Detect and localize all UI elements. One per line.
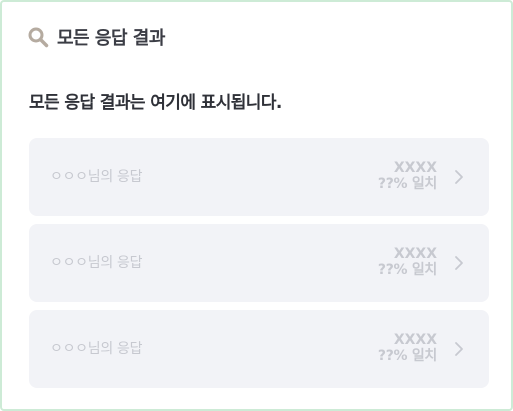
chevron-right-icon [455, 342, 463, 356]
result-match-rate: ??% 일치 [377, 262, 437, 278]
result-card[interactable]: ㅇㅇㅇ님의 응답 XXXX ??% 일치 [29, 310, 489, 388]
chevron-right-icon [455, 256, 463, 270]
result-respondent-name: ㅇㅇㅇ님의 응답 [50, 341, 143, 357]
result-respondent-name: ㅇㅇㅇ님의 응답 [50, 169, 143, 185]
result-summary: XXXX ??% 일치 [378, 160, 437, 192]
result-summary: XXXX ??% 일치 [378, 332, 437, 364]
result-type-code: XXXX [393, 160, 437, 176]
result-summary: XXXX ??% 일치 [378, 246, 437, 278]
result-card[interactable]: ㅇㅇㅇ님의 응답 XXXX ??% 일치 [29, 138, 489, 216]
result-match-rate: ??% 일치 [377, 348, 437, 364]
results-panel: 모든 응답 결과 모든 응답 결과는 여기에 표시됩니다. ㅇㅇㅇ님의 응답 X… [0, 0, 513, 411]
result-type-code: XXXX [393, 246, 437, 262]
results-description: 모든 응답 결과는 여기에 표시됩니다. [29, 93, 282, 113]
search-icon [27, 26, 49, 48]
result-type-code: XXXX [393, 332, 437, 348]
result-card[interactable]: ㅇㅇㅇ님의 응답 XXXX ??% 일치 [29, 224, 489, 302]
result-match-rate: ??% 일치 [377, 176, 437, 192]
result-respondent-name: ㅇㅇㅇ님의 응답 [50, 255, 143, 271]
chevron-right-icon [455, 170, 463, 184]
panel-title: 모든 응답 결과 [57, 28, 165, 49]
panel-header: 모든 응답 결과 [27, 22, 165, 52]
